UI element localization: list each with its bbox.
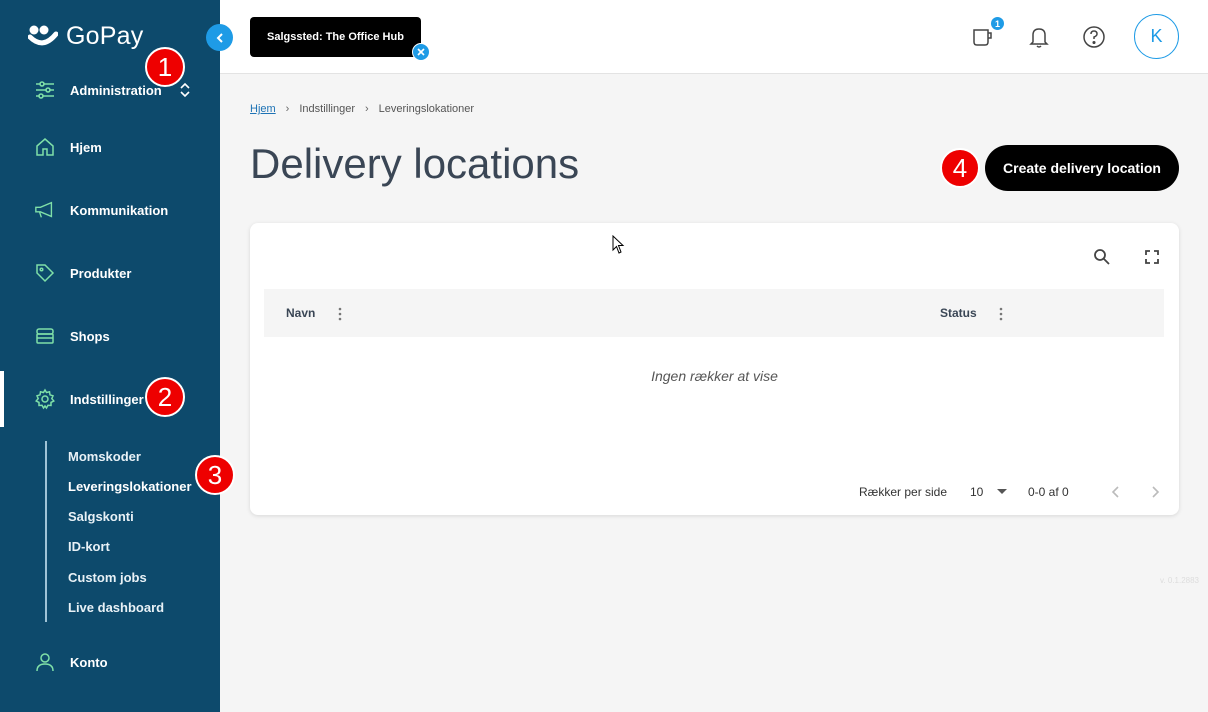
cup-icon bbox=[973, 29, 992, 46]
mouse-cursor-icon bbox=[612, 235, 625, 254]
tag-icon bbox=[34, 262, 56, 284]
next-page-button[interactable] bbox=[1146, 483, 1164, 501]
sidebar-label: Shops bbox=[70, 328, 110, 344]
notifications-button[interactable] bbox=[1026, 24, 1052, 50]
breadcrumb: Hjem › Indstillinger › Leveringslokation… bbox=[250, 103, 474, 115]
sidebar-item-produkter[interactable]: Produkter bbox=[0, 245, 220, 301]
help-icon bbox=[1083, 26, 1105, 48]
gopay-logo[interactable]: GoPay bbox=[28, 22, 143, 51]
submenu-item-momskoder[interactable]: Momskoder bbox=[68, 449, 141, 464]
gear-icon bbox=[34, 388, 56, 410]
step-marker-2: 2 bbox=[145, 377, 185, 417]
page-title: Delivery locations bbox=[250, 140, 580, 187]
sidebar-item-indstillinger[interactable]: Indstillinger bbox=[0, 371, 220, 427]
version-label: v. 0.1.2883 bbox=[1160, 576, 1199, 585]
submenu-item-custom-jobs[interactable]: Custom jobs bbox=[68, 570, 147, 585]
megaphone-icon bbox=[34, 199, 56, 221]
create-delivery-location-button[interactable]: Create delivery location bbox=[985, 145, 1179, 191]
close-icon bbox=[417, 48, 425, 56]
sidebar-label: Hjem bbox=[70, 139, 102, 155]
shop-chip[interactable]: Salgssted: The Office Hub bbox=[250, 17, 421, 57]
submenu-item-leveringslokationer[interactable]: Leveringslokationer bbox=[68, 479, 192, 494]
table-header: Navn Status bbox=[264, 289, 1164, 337]
person-icon bbox=[34, 651, 56, 673]
chevron-right-icon: › bbox=[364, 103, 369, 115]
sliders-icon bbox=[34, 79, 56, 101]
help-button[interactable] bbox=[1081, 24, 1107, 50]
breadcrumb-hjem[interactable]: Hjem bbox=[250, 103, 276, 115]
submenu-item-salgskonti[interactable]: Salgskonti bbox=[68, 509, 134, 524]
sidebar-item-hjem[interactable]: Hjem bbox=[0, 119, 220, 175]
rows-per-page-select[interactable]: 10 bbox=[970, 485, 1008, 499]
breadcrumb-indstillinger[interactable]: Indstillinger bbox=[299, 103, 355, 115]
rows-per-page-value: 10 bbox=[970, 485, 984, 499]
step-marker-1: 1 bbox=[145, 47, 185, 87]
avatar[interactable]: K bbox=[1134, 14, 1179, 59]
clear-shop-button[interactable] bbox=[412, 43, 430, 61]
search-icon bbox=[1094, 249, 1110, 265]
chevron-updown-icon[interactable] bbox=[178, 81, 192, 99]
sidebar: GoPay Administration Hjem Kommunikation … bbox=[0, 0, 220, 712]
fullscreen-icon bbox=[1145, 250, 1159, 264]
submenu-item-id-kort[interactable]: ID-kort bbox=[68, 539, 110, 554]
gopay-logo-icon bbox=[28, 25, 58, 45]
sidebar-label: Indstillinger bbox=[70, 391, 144, 407]
table-fullscreen-button[interactable] bbox=[1142, 247, 1162, 267]
sidebar-item-konto[interactable]: Konto bbox=[0, 634, 220, 690]
home-icon bbox=[34, 136, 56, 158]
empty-table-message: Ingen rækker at vise bbox=[651, 368, 778, 384]
previous-page-button[interactable] bbox=[1107, 483, 1125, 501]
bell-icon bbox=[1029, 28, 1049, 48]
column-header-navn[interactable]: Navn bbox=[286, 306, 315, 320]
table-search-button[interactable] bbox=[1092, 247, 1112, 267]
column-menu-icon[interactable] bbox=[996, 305, 1006, 323]
chevron-right-icon bbox=[1152, 486, 1160, 498]
collapse-sidebar-button[interactable] bbox=[206, 24, 233, 51]
sidebar-label: Produkter bbox=[70, 265, 132, 281]
store-icon bbox=[34, 325, 56, 347]
administration-label: Administration bbox=[70, 82, 162, 98]
sidebar-item-shops[interactable]: Shops bbox=[0, 308, 220, 364]
top-bar: Salgssted: The Office Hub bbox=[220, 0, 1208, 74]
delivery-locations-table: Navn Status Ingen rækker at vise Rækker … bbox=[250, 223, 1179, 515]
chevron-left-icon bbox=[1111, 486, 1119, 498]
column-header-status[interactable]: Status bbox=[940, 306, 977, 320]
chevron-left-icon bbox=[216, 32, 223, 43]
submenu-item-live-dashboard[interactable]: Live dashboard bbox=[68, 600, 164, 615]
caret-down-icon bbox=[997, 489, 1008, 494]
chevron-right-icon: › bbox=[285, 103, 290, 115]
rows-per-page-label: Rækker per side bbox=[859, 485, 948, 499]
breadcrumb-current: Leveringslokationer bbox=[378, 103, 475, 115]
notification-badge: 1 bbox=[990, 16, 1005, 31]
column-menu-icon[interactable] bbox=[335, 305, 345, 323]
step-marker-3: 3 bbox=[195, 455, 235, 495]
pagination-range: 0-0 af 0 bbox=[1028, 485, 1069, 499]
sidebar-item-kommunikation[interactable]: Kommunikation bbox=[0, 182, 220, 238]
step-marker-4: 4 bbox=[940, 148, 980, 188]
sidebar-label: Kommunikation bbox=[70, 202, 169, 218]
sidebar-label: Konto bbox=[70, 654, 108, 670]
submenu-divider bbox=[45, 441, 47, 622]
logo-text: GoPay bbox=[66, 22, 144, 50]
